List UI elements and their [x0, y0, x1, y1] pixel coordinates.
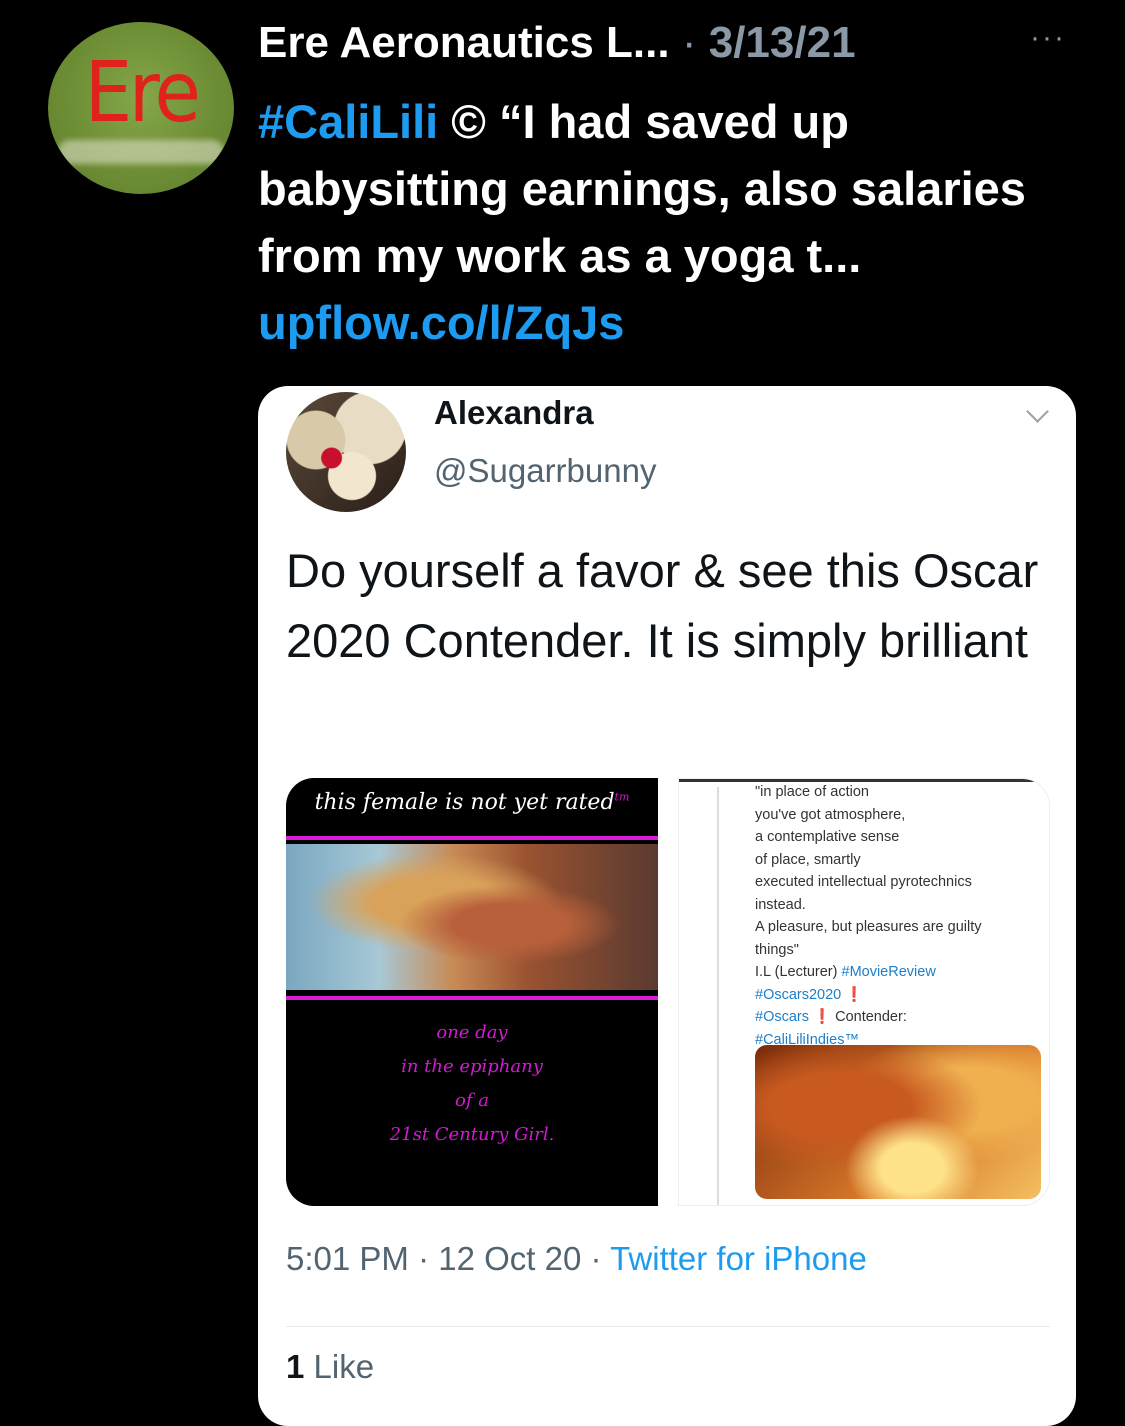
tweet-header: Ere Aeronautics L... · 3/13/21: [258, 18, 1098, 74]
poster-poem: one day in the epiphany of a 21st Centur…: [389, 1022, 555, 1145]
likes-count[interactable]: 1 Like: [286, 1348, 374, 1386]
quoted-tweet-time[interactable]: 5:01 PM: [286, 1240, 409, 1277]
poster-tm: tm: [614, 790, 630, 804]
chevron-down-icon[interactable]: [1026, 400, 1049, 423]
more-options-icon[interactable]: ···: [1030, 23, 1078, 53]
poster-photo: [286, 844, 658, 990]
avatar-logo-text: Ere: [84, 43, 202, 141]
tweet-url-link[interactable]: upflow.co/l/ZqJs: [258, 296, 624, 349]
quoted-author-avatar[interactable]: [286, 392, 406, 512]
avatar-decoration: [58, 140, 224, 164]
media-image-poster[interactable]: this female is not yet ratedtm one day i…: [286, 778, 658, 1206]
quoted-tweet-text: Do yourself a favor & see this Oscar 202…: [286, 544, 1039, 667]
card-divider: [286, 1326, 1050, 1327]
tweet-body: #CaliLili © “I had saved up babysitting …: [258, 88, 1088, 356]
review-photo: [755, 1045, 1041, 1199]
quoted-tweet-meta: 5:01 PM · 12 Oct 20 · Twitter for iPhone: [286, 1240, 867, 1277]
quoted-author-handle[interactable]: @Sugarrbunny: [434, 452, 656, 490]
hashtag-link[interactable]: #CaliLili: [258, 95, 438, 148]
quoted-author-name[interactable]: Alexandra: [434, 394, 594, 432]
review-text: "in place of action you've got atmospher…: [755, 784, 982, 1048]
review-rule: [717, 787, 719, 1205]
tweet-date[interactable]: 3/13/21: [709, 18, 856, 67]
author-name[interactable]: Ere Aeronautics L...: [258, 18, 670, 67]
header-separator: ·: [681, 18, 697, 67]
poster-divider: [286, 836, 658, 840]
author-avatar[interactable]: Ere: [48, 22, 234, 194]
media-image-review[interactable]: "in place of action you've got atmospher…: [678, 778, 1050, 1206]
quoted-tweet-date[interactable]: 12 Oct 20: [438, 1240, 581, 1277]
poster-title: this female is not yet ratedtm: [314, 790, 630, 815]
poster-divider: [286, 996, 658, 1000]
tweet-source-link[interactable]: Twitter for iPhone: [610, 1240, 867, 1277]
embedded-tweet-card[interactable]: Alexandra @Sugarrbunny Do yourself a fav…: [258, 386, 1076, 1426]
